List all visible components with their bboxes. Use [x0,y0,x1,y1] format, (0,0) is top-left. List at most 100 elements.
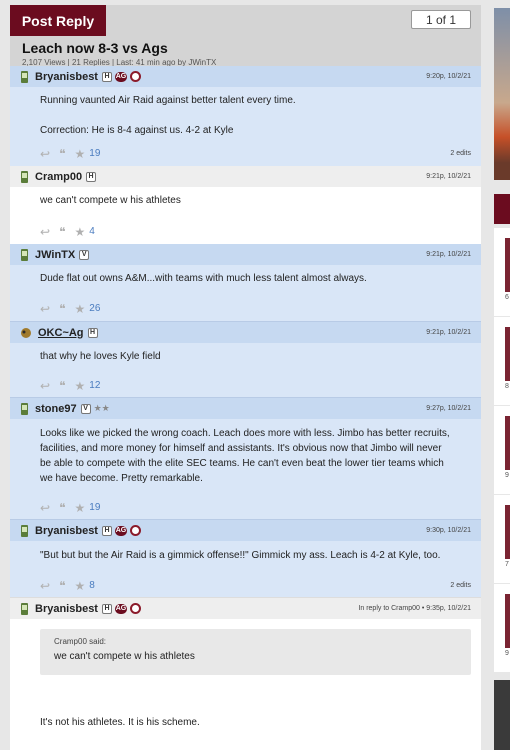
like-count: 19 [89,148,101,159]
sidebar-count: 7 [505,561,509,568]
like-count: 19 [89,502,101,513]
like-count: 8 [89,580,95,591]
quote-icon[interactable]: ❝ [59,501,65,515]
like-count: 4 [89,226,95,237]
team-logo-icon [129,603,141,614]
sidebar-news-item[interactable]: 9 [494,406,510,494]
post-text: Correction: He is 8-4 against us. 4-2 at… [40,125,234,136]
reply-icon[interactable]: ↩ [40,579,50,593]
post-timestamp[interactable]: 9:30p, 10/2/21 [426,520,471,541]
sidebar-count: 9 [505,650,509,657]
sidebar-news-item[interactable]: 9 [494,584,510,672]
user-phone-icon [21,248,28,261]
star-icon[interactable]: ★ [75,501,86,515]
sidebar-thumbnail [505,505,510,559]
team-logo-icon [129,71,141,82]
sidebar-header [494,194,510,224]
post-timestamp[interactable]: In reply to Cramp00 • 9:35p, 10/2/21 [358,598,471,619]
quote-icon[interactable]: ❝ [59,579,65,593]
post-header: JWinTX V 9:21p, 10/2/21 [10,244,481,265]
post-text: It's not his athletes. It is his scheme. [40,717,200,728]
post-header: Cramp00 H 9:21p, 10/2/21 [10,166,481,187]
post-text: that why he loves Kyle field [40,351,161,362]
reply-icon[interactable]: ↩ [40,147,50,161]
badge-h: H [101,603,112,614]
sidebar-news-item[interactable]: 6 [494,228,510,316]
post-actions: ↩ ❝ ★ 26 [10,296,481,321]
post-reply-button[interactable]: Post Reply [10,5,106,36]
user-phone-icon [21,170,28,183]
post-username[interactable]: Bryanisbest [35,603,98,615]
star-icon[interactable]: ★ [75,302,86,316]
post-username[interactable]: Cramp00 [35,171,82,183]
post-body: It's not his athletes. It is his scheme. [10,675,481,730]
like-count: 26 [89,303,101,314]
thread-panel: Post Reply 1 of 1 Leach now 8-3 vs Ags 2… [10,5,481,750]
user-phone-icon [21,70,28,83]
post-actions: ↩ ❝ ★ 12 [10,373,481,398]
post-text: we can't compete w his athletes [40,195,181,206]
badge-ag: AG [114,603,127,614]
star-icon[interactable]: ★ [75,225,86,239]
reply-icon[interactable]: ↩ [40,302,50,316]
like-count: 12 [89,380,101,391]
post-timestamp[interactable]: 9:21p, 10/2/21 [426,322,471,343]
reply-icon[interactable]: ↩ [40,379,50,393]
star-icon[interactable]: ★ [75,579,86,593]
page-selector[interactable]: 1 of 1 [411,10,471,29]
sidebar-thumbnail [505,416,510,470]
post: JWinTX V 9:21p, 10/2/21 Dude flat out ow… [10,244,481,321]
post-text: Looks like we picked the wrong coach. Le… [40,428,450,484]
user-phone-icon [21,602,28,615]
thread-header: Leach now 8-3 vs Ags 2,107 Views | 21 Re… [10,36,481,67]
post-username[interactable]: OKC~Ag [38,327,84,339]
post: stone97 V ★★ 9:27p, 10/2/21 Looks like w… [10,397,481,519]
sidebar-ad-image[interactable] [494,8,510,180]
post-body: Looks like we picked the wrong coach. Le… [10,419,481,495]
post-username[interactable]: stone97 [35,403,77,415]
quote-text: we can't compete w his athletes [54,651,195,662]
quote-icon[interactable]: ❝ [59,302,65,316]
post-timestamp[interactable]: 9:21p, 10/2/21 [426,166,471,187]
quote-icon[interactable]: ❝ [59,225,65,239]
post-text: Running vaunted Air Raid against better … [40,95,296,106]
post: Bryanisbest H AG In reply to Cramp00 • 9… [10,597,481,750]
post-username[interactable]: JWinTX [35,249,75,261]
badge-ag: AG [114,525,127,536]
badge-h: H [101,71,112,82]
post-text: "But but but the Air Raid is a gimmick o… [40,550,441,561]
user-phone-icon [21,524,28,537]
post: Cramp00 H 9:21p, 10/2/21 we can't compet… [10,166,481,244]
post-header: Bryanisbest H AG 9:30p, 10/2/21 [10,520,481,541]
post-username[interactable]: Bryanisbest [35,71,98,83]
reply-icon[interactable]: ↩ [40,225,50,239]
quote-icon[interactable]: ❝ [59,379,65,393]
sidebar-thumbnail [505,327,510,381]
sidebar-news-item[interactable]: 7 [494,495,510,583]
sidebar-thumbnail [505,594,510,648]
star-icon[interactable]: ★ [75,147,86,161]
sidebar-count: 9 [505,472,509,479]
post-actions: ↩ ❝ ★ 19 2 edits [10,141,481,166]
post-username[interactable]: Bryanisbest [35,525,98,537]
user-phone-icon [21,402,28,415]
edits-label: 2 edits [450,150,471,157]
badge-h: H [86,171,97,182]
post-header: stone97 V ★★ 9:27p, 10/2/21 [10,398,481,419]
post-actions: ↩ ❝ ★ 19 [10,495,481,520]
post-text: Dude flat out owns A&M...with teams with… [40,273,367,284]
post-timestamp[interactable]: 9:20p, 10/2/21 [426,66,471,87]
thread-title: Leach now 8-3 vs Ags [22,40,168,56]
reply-icon[interactable]: ↩ [40,501,50,515]
quote-icon[interactable]: ❝ [59,147,65,161]
post: Bryanisbest H AG 9:20p, 10/2/21 Running … [10,66,481,166]
post-timestamp[interactable]: 9:21p, 10/2/21 [426,244,471,265]
badge-v: V [79,249,90,260]
edits-label: 2 edits [450,582,471,589]
post-body: "But but but the Air Raid is a gimmick o… [10,541,481,573]
post-body: Running vaunted Air Raid against better … [10,87,481,141]
rating-stars: ★★ [93,403,110,413]
sidebar-news-item[interactable]: 8 [494,317,510,405]
star-icon[interactable]: ★ [75,379,86,393]
post-timestamp[interactable]: 9:27p, 10/2/21 [426,398,471,419]
